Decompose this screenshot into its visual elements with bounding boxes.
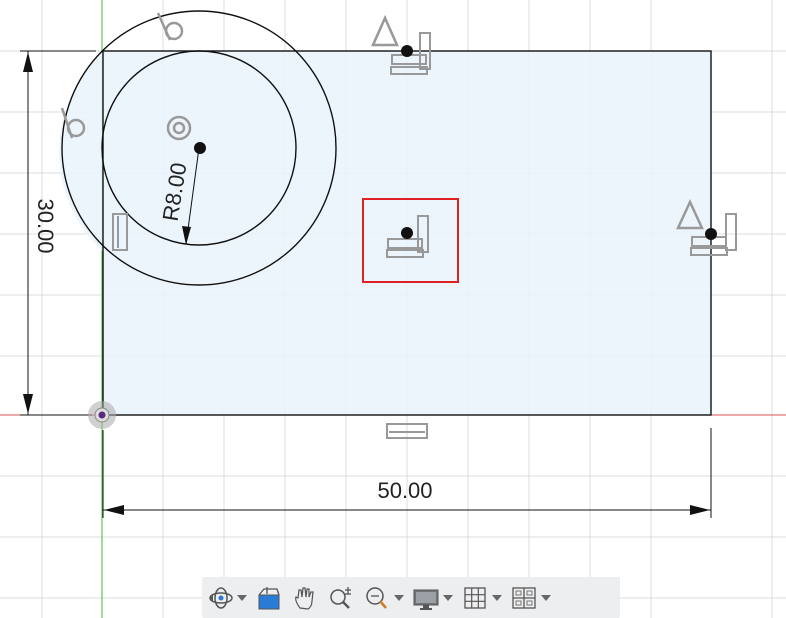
tangent-constraint-icon[interactable] xyxy=(156,12,184,41)
display-settings-icon xyxy=(413,589,439,610)
zoom-button[interactable] xyxy=(326,583,356,613)
orbit-button[interactable] xyxy=(205,583,235,613)
orbit-dropdown-caret[interactable] xyxy=(235,583,249,613)
chevron-down-icon xyxy=(492,594,502,601)
display-settings-dropdown-caret[interactable] xyxy=(441,583,455,613)
circle-center-point[interactable] xyxy=(194,142,206,154)
viewports-icon xyxy=(512,586,536,609)
grid-settings-dropdown-caret[interactable] xyxy=(490,583,504,613)
display-settings-button[interactable] xyxy=(411,583,441,613)
fit-dropdown-caret[interactable] xyxy=(392,583,406,613)
navigation-toolbar xyxy=(202,577,620,618)
viewports-dropdown-caret[interactable] xyxy=(539,583,553,613)
chevron-down-icon xyxy=(541,594,551,601)
origin-point[interactable] xyxy=(98,411,106,419)
midpoint-constraint-icon[interactable] xyxy=(371,14,399,47)
grid-settings-icon xyxy=(464,586,486,609)
viewports-button[interactable] xyxy=(509,583,539,613)
chevron-down-icon xyxy=(394,594,404,601)
height-dimension-label[interactable]: 30.00 xyxy=(33,198,58,253)
circle-outside-profile-region[interactable] xyxy=(59,51,103,252)
look-at-button[interactable] xyxy=(254,583,284,613)
chevron-down-icon xyxy=(237,594,247,601)
width-dimension-label[interactable]: 50.00 xyxy=(377,478,432,503)
pan-icon xyxy=(295,586,314,610)
fit-button[interactable] xyxy=(362,583,392,613)
grid-settings-button[interactable] xyxy=(460,583,490,613)
sketch-canvas[interactable]: 30.00 50.00 R8.00 xyxy=(0,0,786,618)
pan-button[interactable] xyxy=(290,583,320,613)
orbit-icon xyxy=(209,586,233,609)
look-at-icon xyxy=(258,586,280,609)
chevron-down-icon xyxy=(443,594,453,601)
fit-icon xyxy=(366,586,387,609)
zoom-icon xyxy=(330,586,351,609)
midpoint-right[interactable] xyxy=(705,228,717,240)
midpoint-top[interactable] xyxy=(401,45,413,57)
rectangle-center-point[interactable] xyxy=(401,227,413,239)
